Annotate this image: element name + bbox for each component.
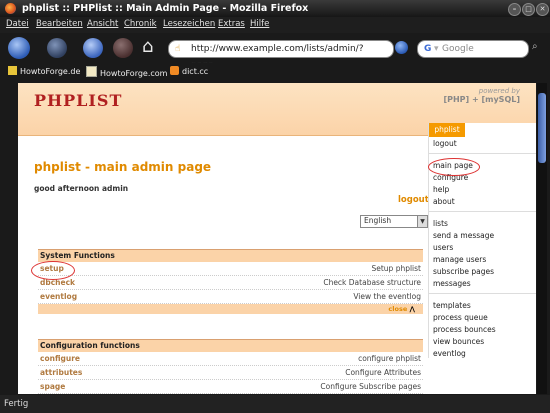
menu-users[interactable]: users (433, 243, 453, 252)
row-desc: Setup phplist (371, 264, 421, 273)
status-bar: Fertig (0, 395, 550, 413)
menu-send-message[interactable]: send a message (433, 231, 494, 240)
url-bar[interactable]: ☝ http://www.example.com/lists/admin/?pa… (168, 40, 394, 70)
menu-about[interactable]: about (433, 197, 455, 206)
menu-eventlog[interactable]: eventlog (433, 349, 466, 358)
menu-chronik[interactable]: Chronik (124, 19, 157, 29)
vertical-scrollbar[interactable] (537, 83, 547, 394)
configuration-functions-section: Configuration functions configure config… (38, 339, 423, 394)
menu-header: phplist (429, 123, 465, 137)
powered-by-label: powered by (478, 87, 520, 95)
site-icon: ☝ (175, 44, 181, 54)
table-row: spage Configure Subscribe pages (38, 380, 423, 394)
back-button[interactable] (8, 37, 30, 59)
close-label: close (388, 305, 408, 313)
logout-link[interactable]: logout (398, 195, 429, 205)
bookmark-star-icon (8, 66, 17, 75)
table-row: setup Setup phplist (38, 262, 423, 276)
bookmark-label: dict.cc (182, 67, 209, 76)
language-value: English (364, 216, 392, 225)
maximize-button[interactable]: □ (522, 3, 535, 16)
row-desc: View the eventlog (353, 292, 421, 301)
highlight-circle (428, 158, 480, 176)
menu-subscribe-pages[interactable]: subscribe pages (433, 267, 494, 276)
menu-process-queue[interactable]: process queue (433, 313, 488, 322)
bookmarks-toolbar: HowtoForge.de HowtoForge.com dict.cc (0, 63, 550, 79)
page-viewport: PHPLIST powered by [PHP] + [mySQL] phpli… (18, 83, 536, 394)
menu-lists[interactable]: lists (433, 219, 448, 228)
collapse-icon: ⋀ (409, 305, 415, 313)
table-row: eventlog View the eventlog (38, 290, 423, 304)
close-section-link[interactable]: close ⋀ (38, 304, 423, 314)
stop-button[interactable] (113, 38, 133, 58)
menu-messages[interactable]: messages (433, 279, 471, 288)
greeting: good afternoon admin (34, 184, 129, 193)
minimize-button[interactable]: – (508, 3, 521, 16)
bookmark-page-icon (86, 66, 97, 77)
forward-button[interactable] (47, 38, 67, 58)
spage-link[interactable]: spage (40, 382, 65, 391)
firefox-icon (5, 3, 16, 14)
system-functions-section: System Functions setup Setup phplist dbc… (38, 249, 423, 314)
menu-ansicht[interactable]: Ansicht (87, 19, 118, 29)
go-button[interactable] (395, 41, 408, 54)
menu-datei[interactable]: Datei (6, 19, 29, 29)
section-heading: System Functions (38, 249, 423, 262)
menubar: Datei Bearbeiten Ansicht Chronik Lesezei… (0, 17, 550, 33)
powered-tech: [PHP] + [mySQL] (443, 95, 520, 104)
search-dropdown-icon[interactable]: ▾ (434, 41, 439, 57)
close-window-button[interactable]: ✕ (536, 3, 549, 16)
scrollbar-thumb[interactable] (538, 93, 546, 163)
highlight-circle (31, 261, 75, 280)
menu-templates[interactable]: templates (433, 301, 471, 310)
row-desc: Check Database structure (323, 278, 421, 287)
menu-lesezeichen[interactable]: Lesezeichen (163, 19, 215, 29)
menu-view-bounces[interactable]: view bounces (433, 337, 484, 346)
window-titlebar: phplist :: PHPlist :: Main Admin Page - … (0, 0, 550, 17)
bookmark-dict-cc[interactable]: dict.cc (170, 66, 208, 76)
menu-bearbeiten[interactable]: Bearbeiten (36, 19, 83, 29)
table-row: dbcheck Check Database structure (38, 276, 423, 290)
menu-manage-users[interactable]: manage users (433, 255, 486, 264)
bookmark-label: HowtoForge.com (100, 69, 168, 78)
status-text: Fertig (4, 399, 29, 409)
section-heading: Configuration functions (38, 339, 423, 352)
menu-hilfe[interactable]: Hilfe (250, 19, 269, 29)
search-input[interactable]: G ▾ Google (417, 40, 529, 58)
menu-process-bounces[interactable]: process bounces (433, 325, 496, 334)
configure-link[interactable]: configure (40, 354, 80, 363)
chevron-down-icon: ▼ (417, 216, 427, 227)
table-row: configure configure phplist (38, 352, 423, 366)
window-title: phplist :: PHPlist :: Main Admin Page - … (22, 3, 309, 14)
bookmark-howtoforge-com[interactable]: HowtoForge.com (86, 66, 167, 78)
row-desc: configure phplist (358, 354, 421, 363)
page-title: phplist - main admin page (34, 160, 212, 174)
bookmark-label: HowtoForge.de (20, 67, 81, 76)
bookmark-dict-icon (170, 66, 179, 75)
menu-help[interactable]: help (433, 185, 449, 194)
row-desc: Configure Attributes (345, 368, 421, 377)
eventlog-link[interactable]: eventlog (40, 292, 77, 301)
bookmark-howtoforge-de[interactable]: HowtoForge.de (8, 66, 80, 76)
search-placeholder: Google (442, 44, 474, 54)
powered-by: powered by [PHP] + [mySQL] (443, 87, 520, 104)
reload-button[interactable] (83, 38, 103, 58)
phplist-logo: PHPLIST (34, 91, 123, 110)
menu-divider (429, 293, 536, 294)
google-icon: G (424, 44, 432, 54)
menu-divider (429, 153, 536, 154)
menu-logout[interactable]: logout (433, 139, 457, 148)
row-desc: Configure Subscribe pages (320, 382, 421, 391)
search-icon[interactable]: ⌕ (532, 41, 538, 52)
attributes-link[interactable]: attributes (40, 368, 82, 377)
language-select[interactable]: English ▼ (360, 215, 428, 228)
home-icon[interactable]: ⌂ (142, 36, 153, 57)
menu-extras[interactable]: Extras (218, 19, 245, 29)
menu-divider (429, 211, 536, 212)
table-row: attributes Configure Attributes (38, 366, 423, 380)
